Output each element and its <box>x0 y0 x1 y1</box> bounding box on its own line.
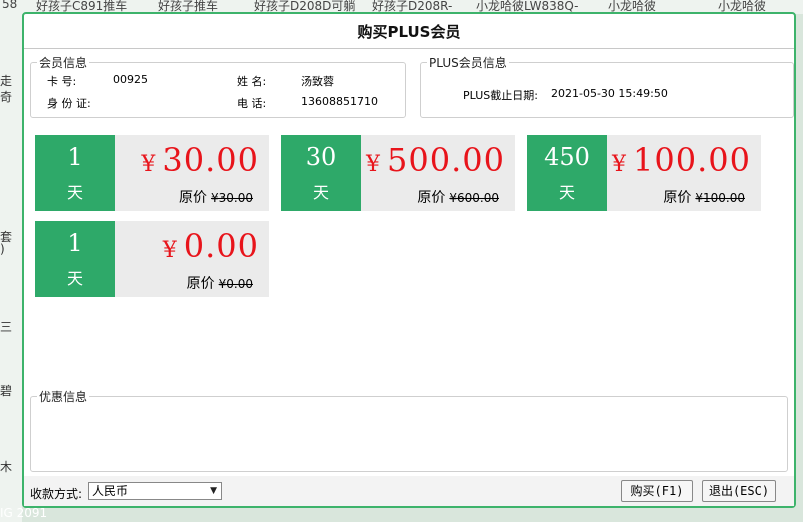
card-number-value: 00925 <box>113 73 148 86</box>
orig-price-value: ¥600.00 <box>449 191 499 205</box>
bg-left-item: 木 <box>0 460 13 474</box>
chevron-down-icon[interactable]: ▼ <box>210 483 217 499</box>
bg-left-item: 走 <box>0 74 13 88</box>
exit-button[interactable]: 退出(ESC) <box>702 480 776 502</box>
plan-days: 1 <box>67 229 83 257</box>
plan-card[interactable]: 30 天 ¥500.00 原价 ¥600.00 <box>281 135 515 211</box>
orig-price-value: ¥100.00 <box>695 191 745 205</box>
plan-original-price: 原价 ¥100.00 <box>663 187 745 207</box>
plan-days: 30 <box>305 143 337 171</box>
plan-days: 1 <box>67 143 83 171</box>
plan-original-price: 原价 ¥0.00 <box>187 273 253 293</box>
id-card-label: 身 份 证: <box>47 97 91 110</box>
plus-info-group: PLUS会员信息 PLUS截止日期: 2021-05-30 15:49:50 <box>420 54 794 118</box>
plan-card[interactable]: 450 天 ¥100.00 原价 ¥100.00 <box>527 135 761 211</box>
plan-duration: 450 天 <box>527 135 607 211</box>
orig-label: 原价 <box>417 190 446 206</box>
plus-info-legend: PLUS会员信息 <box>427 54 509 71</box>
bg-left-item: 三 <box>0 320 13 334</box>
plan-price: ¥500.00 <box>366 141 505 179</box>
plan-price: ¥30.00 <box>141 141 259 179</box>
plan-card[interactable]: 1 天 ¥0.00 原价 ¥0.00 <box>35 221 269 297</box>
payment-method-label: 收款方式: <box>30 487 83 501</box>
plan-original-price: 原价 ¥600.00 <box>417 187 499 207</box>
plan-price: ¥0.00 <box>163 227 259 265</box>
bg-left-item: 碧 <box>0 384 13 398</box>
plan-original-price: 原价 ¥30.00 <box>179 187 253 207</box>
card-number-label: 卡 号: <box>47 75 77 88</box>
promo-info-group: 优惠信息 <box>30 388 788 472</box>
bg-tab: 58 <box>2 0 18 11</box>
phone-value: 13608851710 <box>301 95 378 108</box>
bg-left-item: ) <box>0 242 5 256</box>
name-label: 姓 名: <box>237 75 267 88</box>
plan-unit: 天 <box>66 183 83 202</box>
bg-left-item: 奇 <box>0 90 13 104</box>
plan-unit: 天 <box>558 183 575 202</box>
orig-label: 原价 <box>663 190 692 206</box>
buy-button[interactable]: 购买(F1) <box>621 480 693 502</box>
plan-duration: 30 天 <box>281 135 361 211</box>
plan-price-value: 30.00 <box>162 141 259 179</box>
plan-duration: 1 天 <box>35 221 115 297</box>
phone-label: 电 话: <box>237 97 267 110</box>
plan-unit: 天 <box>66 269 83 288</box>
member-info-legend: 会员信息 <box>37 54 90 71</box>
promo-info-legend: 优惠信息 <box>37 388 90 405</box>
background-left-list: 走 奇 套 ) 三 碧 木 <box>0 14 22 522</box>
orig-label: 原价 <box>179 190 207 206</box>
currency-symbol: ¥ <box>141 152 157 177</box>
plan-price-value: 500.00 <box>387 141 505 179</box>
currency-symbol: ¥ <box>366 152 382 177</box>
orig-label: 原价 <box>186 276 215 292</box>
plan-price-value: 0.00 <box>183 227 259 265</box>
name-value: 汤致蓉 <box>301 75 334 88</box>
plus-expiry-value: 2021-05-30 15:49:50 <box>551 87 668 100</box>
orig-price-value: ¥30.00 <box>211 191 253 205</box>
plan-unit: 天 <box>312 183 329 202</box>
member-info-group: 会员信息 卡 号: 00925 身 份 证: 姓 名: 汤致蓉 电 话: 136… <box>30 54 406 118</box>
payment-method-value: 人民币 <box>92 484 129 498</box>
plus-membership-dialog: 购买PLUS会员 会员信息 卡 号: 00925 身 份 证: 姓 名: 汤致蓉… <box>22 12 796 508</box>
plan-duration: 1 天 <box>35 135 115 211</box>
plus-expiry-label: PLUS截止日期: <box>463 89 538 102</box>
plan-price: ¥100.00 <box>612 141 751 179</box>
plan-price-value: 100.00 <box>633 141 751 179</box>
dialog-footer: 收款方式: 人民币 ▼ 购买(F1) 退出(ESC) <box>24 476 794 506</box>
background-watermark: IG 2091 <box>0 506 48 520</box>
dialog-title: 购买PLUS会员 <box>24 14 794 49</box>
currency-symbol: ¥ <box>162 238 178 263</box>
orig-price-value: ¥0.00 <box>218 277 253 291</box>
currency-symbol: ¥ <box>612 152 628 177</box>
plan-card[interactable]: 1 天 ¥30.00 原价 ¥30.00 <box>35 135 269 211</box>
plan-days: 450 <box>544 143 590 171</box>
payment-method-select[interactable]: 人民币 ▼ <box>88 482 222 500</box>
